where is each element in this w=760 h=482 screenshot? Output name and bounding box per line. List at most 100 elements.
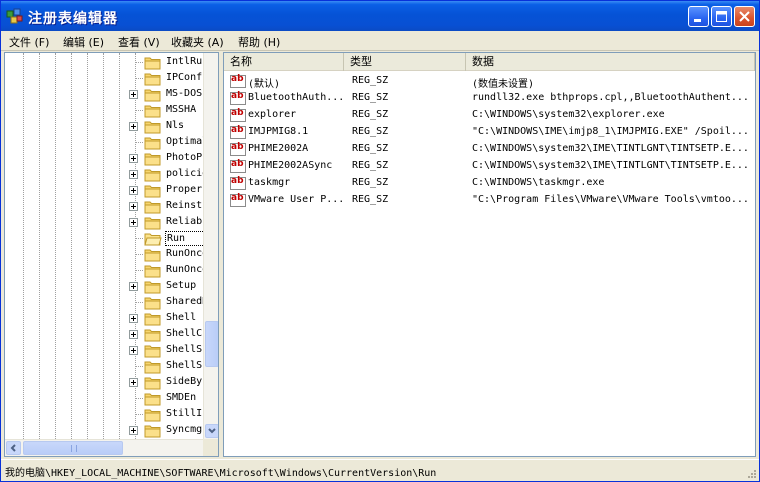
- menu-file[interactable]: 文件 (F): [9, 34, 49, 50]
- tree-connector: [135, 62, 143, 63]
- column-header-data[interactable]: 数据: [466, 53, 755, 71]
- scroll-thumb[interactable]: [23, 441, 123, 455]
- expand-toggle-icon[interactable]: [129, 378, 138, 387]
- scroll-thumb[interactable]: [205, 321, 218, 367]
- folder-icon: [144, 409, 161, 422]
- folder-icon: [144, 89, 161, 102]
- values-list-pane[interactable]: 名称 类型 数据 ab (默认) REG_SZ (数值未设置) ab BluetoothA…: [223, 52, 756, 457]
- string-value-icon: ab: [230, 108, 246, 122]
- maximize-button[interactable]: [711, 6, 732, 27]
- expand-toggle-icon[interactable]: [129, 426, 138, 435]
- menu-bar: 文件 (F) 编辑 (E) 查看 (V) 收藏夹 (A) 帮助 (H): [1, 31, 759, 51]
- tree-connector: [135, 302, 143, 303]
- folder-icon: [144, 153, 161, 166]
- maximize-icon: [716, 11, 727, 22]
- value-row[interactable]: ab IMJPMIG8.1 REG_SZ "C:\WINDOWS\IME\imjp8_…: [224, 124, 755, 141]
- tree-item-label: MSSHA: [166, 104, 197, 115]
- tree-item[interactable]: Setup: [5, 279, 205, 295]
- tree-item[interactable]: MSSHA: [5, 103, 205, 119]
- expand-toggle-icon[interactable]: [129, 122, 138, 131]
- value-data: (数值未设置): [472, 79, 535, 90]
- tree-item-label: ShellS: [166, 344, 203, 355]
- minimize-button[interactable]: [688, 6, 709, 27]
- menu-favorites[interactable]: 收藏夹 (A): [171, 34, 224, 50]
- tree-horizontal-scrollbar[interactable]: [5, 439, 203, 456]
- tree-item[interactable]: ShellS: [5, 343, 205, 359]
- folder-icon: [144, 393, 161, 406]
- value-data: "C:\Program Files\VMware\VMware Tools\vm…: [472, 194, 749, 205]
- tree-item-label: RunOnce: [166, 248, 205, 259]
- tree-item[interactable]: RunOnce: [5, 247, 205, 263]
- value-row[interactable]: ab BluetoothAuth... REG_SZ rundll32.exe bth…: [224, 90, 755, 107]
- tree-item-label: ShellC: [166, 328, 203, 339]
- folder-icon: [144, 297, 161, 310]
- expand-toggle-icon[interactable]: [129, 282, 138, 291]
- tree-item[interactable]: ShellS: [5, 359, 205, 375]
- folder-icon: [144, 233, 162, 246]
- folder-icon: [144, 169, 161, 182]
- expand-toggle-icon[interactable]: [129, 186, 138, 195]
- column-header-type[interactable]: 类型: [344, 53, 466, 71]
- value-data: "C:\WINDOWS\IME\imjp8_1\IMJPMIG.EXE" /Sp…: [472, 126, 749, 137]
- value-row[interactable]: ab PHIME2002A REG_SZ C:\WINDOWS\system32\IM…: [224, 141, 755, 158]
- tree-item[interactable]: Run: [5, 231, 205, 247]
- menu-edit[interactable]: 编辑 (E): [63, 34, 104, 50]
- resize-grip-icon[interactable]: [745, 467, 757, 479]
- tree-item-label: Reinst: [166, 200, 203, 211]
- tree-item[interactable]: SharedD: [5, 295, 205, 311]
- menu-view[interactable]: 查看 (V): [118, 34, 160, 50]
- folder-icon: [144, 281, 161, 294]
- tree-item[interactable]: Optimal: [5, 135, 205, 151]
- title-bar[interactable]: 注册表编辑器: [1, 1, 759, 31]
- folder-icon: [144, 105, 161, 118]
- folder-icon: [144, 345, 161, 358]
- tree-connector: [135, 414, 143, 415]
- value-type: REG_SZ: [352, 126, 389, 137]
- tree-item[interactable]: RunOnce: [5, 263, 205, 279]
- tree-vertical-scrollbar[interactable]: [203, 53, 218, 439]
- expand-toggle-icon[interactable]: [129, 314, 138, 323]
- tree-item[interactable]: policie: [5, 167, 205, 183]
- tree-item[interactable]: SideBy: [5, 375, 205, 391]
- tree-item[interactable]: PhotoPr: [5, 151, 205, 167]
- expand-toggle-icon[interactable]: [129, 218, 138, 227]
- tree-item[interactable]: MS-DOS: [5, 87, 205, 103]
- expand-toggle-icon[interactable]: [129, 90, 138, 99]
- value-row[interactable]: ab (默认) REG_SZ (数值未设置): [224, 73, 755, 90]
- tree-item[interactable]: SMDEn: [5, 391, 205, 407]
- column-header-name[interactable]: 名称: [224, 53, 344, 71]
- tree-item-label: RunOnce: [166, 264, 205, 275]
- tree-item-label: Setup: [166, 280, 197, 291]
- registry-tree-pane[interactable]: IntlRu IPConf MS-DOS MSSHA Nls Optimal PhotoPr…: [4, 52, 219, 457]
- expand-toggle-icon[interactable]: [129, 202, 138, 211]
- value-row[interactable]: ab explorer REG_SZ C:\WINDOWS\system32\expl…: [224, 107, 755, 124]
- expand-toggle-icon[interactable]: [129, 346, 138, 355]
- tree-item[interactable]: IPConf: [5, 71, 205, 87]
- scroll-down-button[interactable]: [205, 424, 218, 438]
- folder-icon: [144, 217, 161, 230]
- tree-item[interactable]: Reliab: [5, 215, 205, 231]
- tree-item[interactable]: ShellC: [5, 327, 205, 343]
- value-row[interactable]: ab VMware User P... REG_SZ "C:\Program File…: [224, 192, 755, 209]
- tree-item-label: Syncmgr: [166, 424, 205, 435]
- scroll-left-button[interactable]: [6, 441, 21, 455]
- tree-item[interactable]: IntlRu: [5, 55, 205, 71]
- expand-toggle-icon[interactable]: [129, 154, 138, 163]
- tree-item[interactable]: Shell E: [5, 311, 205, 327]
- tree-connector: [135, 142, 143, 143]
- expand-toggle-icon[interactable]: [129, 330, 138, 339]
- tree-item[interactable]: Proper: [5, 183, 205, 199]
- tree-item[interactable]: StillIr: [5, 407, 205, 423]
- value-row[interactable]: ab taskmgr REG_SZ C:\WINDOWS\taskmgr.exe: [224, 175, 755, 192]
- grip-icon: [71, 445, 77, 452]
- tree-item[interactable]: Nls: [5, 119, 205, 135]
- registry-editor-window: 注册表编辑器 文件 (F) 编辑 (E) 查看 (V) 收藏夹 (A) 帮助 (…: [0, 0, 760, 482]
- menu-help[interactable]: 帮助 (H): [238, 34, 280, 50]
- tree-item[interactable]: Reinst: [5, 199, 205, 215]
- string-value-icon: ab: [230, 91, 246, 105]
- tree-item[interactable]: Syncmgr: [5, 423, 205, 439]
- close-button[interactable]: [734, 6, 755, 27]
- value-data: C:\WINDOWS\system32\IME\TINTLGNT\TINTSET…: [472, 160, 749, 171]
- value-row[interactable]: ab PHIME2002ASync REG_SZ C:\WINDOWS\system3…: [224, 158, 755, 175]
- expand-toggle-icon[interactable]: [129, 170, 138, 179]
